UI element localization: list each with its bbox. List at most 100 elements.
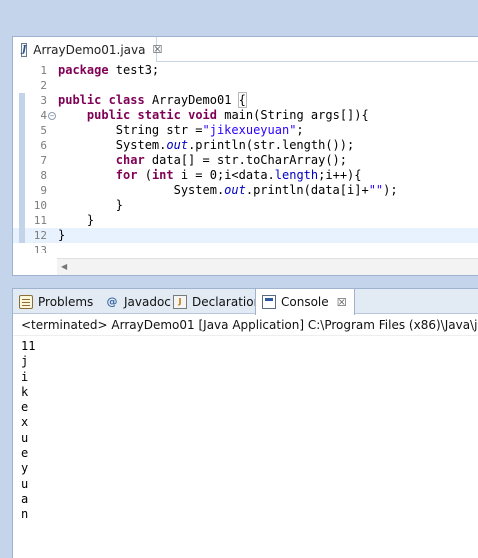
code-line[interactable]: 9 System.out.println(data[i]+""); — [13, 183, 478, 198]
views-panel: Problems @ Javadoc J Declaration Console… — [12, 288, 478, 558]
code-text: package test3; — [58, 63, 159, 78]
code-token: public — [86, 108, 131, 122]
line-number: 5 — [40, 124, 47, 137]
code-token: class — [108, 93, 145, 107]
tab-javadoc[interactable]: @ Javadoc — [99, 289, 177, 314]
code-text: } — [58, 198, 123, 213]
code-token: int — [151, 168, 174, 182]
console-icon — [262, 295, 276, 309]
code-token: static — [137, 108, 181, 122]
code-token: char — [115, 153, 145, 167]
declaration-icon: J — [173, 294, 187, 309]
tab-problems[interactable]: Problems — [13, 289, 99, 314]
code-line[interactable]: 6 System.out.println(str.length()); — [13, 138, 478, 153]
line-number: 2 — [40, 79, 47, 92]
code-line[interactable]: 1 package test3; — [13, 63, 478, 78]
code-token: .println(data[i]+ — [245, 183, 369, 197]
code-token: } — [58, 198, 124, 212]
console-output-line: 11 — [21, 339, 36, 353]
console-output[interactable]: 11 j i k e x u e y u a n — [13, 336, 478, 523]
console-output-line: n — [21, 507, 29, 522]
code-token: public — [58, 93, 102, 107]
console-output-line: e — [21, 446, 29, 461]
line-number: 13 — [33, 244, 47, 253]
marker-bar — [19, 228, 25, 243]
line-number: 7 — [40, 154, 47, 167]
code-line[interactable]: 4− public static void main(String args[]… — [13, 108, 478, 123]
fold-collapse-icon[interactable]: − — [48, 112, 56, 120]
console-output-line: i — [21, 369, 29, 384]
editor-tab-bar: J ArrayDemo01.java ☒ — [13, 37, 478, 62]
code-line[interactable]: 2 — [13, 78, 478, 93]
code-token: data[] = str.toCharArray(); — [144, 153, 347, 167]
editor-panel: J ArrayDemo01.java ☒ 1 package test3; 2 3 pu… — [12, 36, 478, 276]
scroll-left-icon[interactable]: ◀ — [61, 262, 67, 271]
javadoc-icon: @ — [106, 295, 118, 308]
console-output-line: u — [21, 476, 29, 491]
code-token: i = 0;i<data. — [173, 168, 275, 182]
code-token: ; — [296, 123, 304, 137]
views-tab-bar: Problems @ Javadoc J Declaration Console… — [13, 289, 478, 315]
marker-bar — [19, 198, 25, 213]
code-editor[interactable]: 1 package test3; 2 3 public class ArrayDemo0… — [13, 63, 478, 253]
close-icon[interactable]: ☒ — [336, 296, 348, 309]
console-output-line: k — [21, 384, 29, 399]
line-number: 10 — [33, 199, 47, 212]
marker-bar — [19, 153, 25, 168]
code-line[interactable]: 11 } — [13, 213, 478, 228]
code-line[interactable]: 12} — [13, 228, 478, 243]
code-token: length — [274, 168, 319, 182]
code-text: } — [58, 228, 65, 243]
code-line[interactable]: 10 } — [13, 198, 478, 213]
line-number: 3 — [40, 94, 47, 107]
code-token: "jikexueyuan" — [202, 123, 297, 137]
code-text: for (int i = 0;i<data.length;i++){ — [58, 168, 362, 183]
code-line[interactable]: 3 public class ArrayDemo01 { — [13, 92, 478, 108]
code-token: test3; — [108, 63, 160, 77]
problems-icon — [19, 294, 33, 309]
code-token: out — [166, 138, 189, 152]
code-token: ( — [137, 168, 152, 182]
code-token: .println(str.length()); — [188, 138, 355, 152]
code-token: System. — [58, 138, 167, 152]
code-token: { — [237, 92, 247, 108]
console-status: <terminated> ArrayDemo01 [Java Applicati… — [13, 314, 478, 336]
console-output-line: j — [21, 354, 29, 369]
marker-bar — [19, 168, 25, 183]
code-token: ;i++){ — [318, 168, 362, 182]
console-output-line: a — [21, 491, 29, 506]
code-token: for — [115, 168, 138, 182]
line-number: 6 — [40, 139, 47, 152]
code-text: System.out.println(data[i]+""); — [58, 183, 398, 198]
tab-javadoc-label: Javadoc — [124, 294, 171, 309]
code-token: "" — [368, 183, 384, 197]
code-text: public class ArrayDemo01 { — [58, 92, 247, 108]
close-icon[interactable]: ☒ — [152, 43, 162, 56]
tab-declaration[interactable]: J Declaration — [167, 289, 267, 314]
code-line[interactable]: 7 char data[] = str.toCharArray(); — [13, 153, 478, 168]
code-token: String str = — [58, 123, 203, 137]
code-token: ); — [383, 183, 398, 197]
marker-bar — [19, 213, 25, 228]
console-output-line: y — [21, 461, 29, 476]
code-text: char data[] = str.toCharArray(); — [58, 153, 347, 168]
code-text: String str ="jikexueyuan"; — [58, 123, 304, 138]
editor-tab-arraydemo01[interactable]: J ArrayDemo01.java ☒ — [13, 37, 162, 62]
code-line[interactable]: 13 — [13, 243, 478, 253]
horizontal-scrollbar[interactable]: ◀ — [57, 258, 478, 275]
code-token: void — [188, 108, 217, 122]
tab-console[interactable]: Console ☒ — [255, 289, 355, 315]
line-number: 9 — [40, 184, 47, 197]
console-output-line: e — [21, 400, 29, 415]
code-line[interactable]: 5 String str ="jikexueyuan"; — [13, 123, 478, 138]
code-line[interactable]: 8 for (int i = 0;i<data.length;i++){ — [13, 168, 478, 183]
code-token: } — [58, 213, 95, 227]
code-token: main(String args[]){ — [217, 108, 369, 122]
line-number: 12 — [33, 229, 47, 242]
tab-console-label: Console — [281, 295, 329, 309]
